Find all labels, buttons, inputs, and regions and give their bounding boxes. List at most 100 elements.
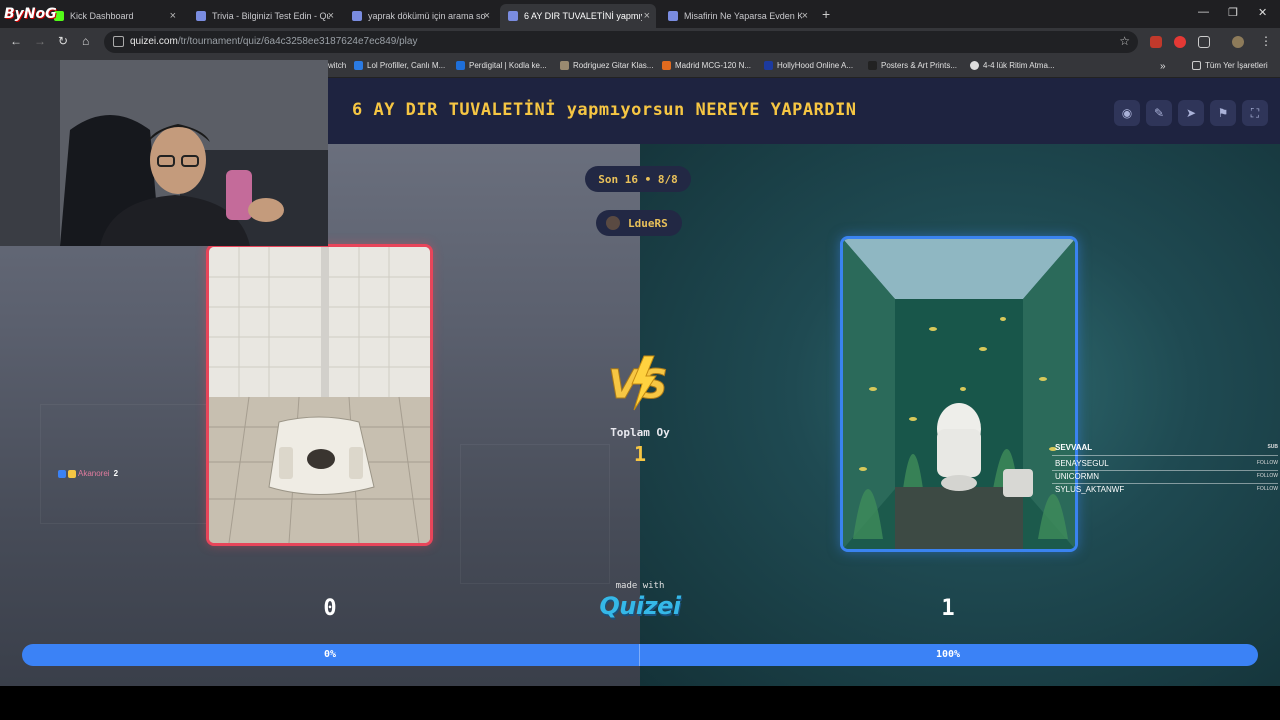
left-percent: 0% [323, 649, 337, 660]
webcam-overlay [0, 60, 328, 246]
bookmark-favicon-icon [970, 61, 979, 70]
reload-icon[interactable]: ↻ [58, 34, 68, 48]
address-bar: ← → ↻ ⌂ quizei.com/tr/tournament/quiz/6a… [0, 28, 1280, 56]
forward-icon[interactable]: → [34, 34, 46, 48]
event-tag: FOLLOW [1256, 460, 1278, 466]
bookmark-label: 4-4 lük Ritim Atma... [983, 61, 1055, 70]
username: LdueRS [628, 216, 668, 230]
url-host: quizei.com [130, 36, 178, 47]
extensions-icon[interactable] [1198, 36, 1210, 48]
back-icon[interactable]: ← [10, 34, 22, 48]
tab-label: Trivia - Bilginizi Test Edin - Quiz [212, 11, 330, 21]
tab-label: yaprak dökümü için arama sonu [368, 11, 486, 21]
send-icon[interactable]: ➤ [1178, 100, 1204, 126]
bookmark-label: Lol Profiller, Canlı M... [367, 61, 446, 70]
close-tab-icon[interactable]: × [484, 10, 490, 22]
tab-kick-dashboard[interactable]: Kick Dashboard × [46, 4, 182, 28]
event-row: SEVVAAL SUB [1048, 442, 1280, 454]
total-votes-value: 1 [633, 442, 647, 466]
user-badge: LdueRS [596, 210, 682, 236]
left-score: 0 [323, 596, 337, 621]
quizei-favicon-icon [196, 11, 206, 21]
event-name: UNICORMN [1055, 472, 1099, 481]
bookmark-item[interactable]: 4-4 lük Ritim Atma... [970, 61, 1055, 70]
more-bookmarks-icon[interactable]: » [1160, 61, 1166, 72]
event-tag: FOLLOW [1256, 486, 1278, 492]
event-name: BENAYSEGUL [1055, 459, 1109, 468]
tab-current-quiz[interactable]: 6 AY DIR TUVALETİNİ yapmıyorsu × [500, 4, 656, 28]
minimize-icon[interactable]: — [1198, 6, 1209, 18]
edit-icon[interactable]: ✎ [1146, 100, 1172, 126]
screen: Kick Dashboard × Trivia - Bilginizi Test… [0, 0, 1280, 720]
profile-avatar[interactable] [1232, 36, 1244, 48]
close-window-icon[interactable]: ✕ [1258, 6, 1267, 19]
quizei-favicon-icon [352, 11, 362, 21]
bookmark-item[interactable]: witch [328, 61, 346, 70]
bg-tile [40, 404, 220, 524]
bookmark-label: witch [328, 61, 347, 70]
aquarium-toilet-image [843, 239, 1075, 549]
new-tab-icon[interactable]: + [822, 6, 830, 22]
home-icon[interactable]: ⌂ [82, 34, 89, 48]
quizei-logo[interactable]: Quizei [590, 592, 690, 620]
quiz-title: 6 AY DIR TUVALETİNİ yapmıyorsun NEREYE Y… [352, 100, 857, 120]
event-row: SYLUS_AKTANWF FOLLOW [1048, 484, 1280, 496]
event-name: SYLUS_AKTANWF [1055, 485, 1125, 494]
choice-card-right[interactable] [840, 236, 1078, 552]
bookmark-favicon-icon [662, 61, 671, 70]
bookmarks-folder-label: Tüm Yer İşaretleri [1205, 61, 1268, 70]
fullscreen-icon[interactable]: ⛶ [1242, 100, 1268, 126]
tab-label: Misafirin Ne Yaparsa Evden Kov [684, 11, 802, 21]
restore-icon[interactable]: ❐ [1228, 6, 1238, 19]
bookmark-favicon-icon [560, 61, 569, 70]
close-tab-icon[interactable]: × [802, 10, 808, 22]
tab-strip: Kick Dashboard × Trivia - Bilginizi Test… [0, 0, 1280, 28]
quizei-favicon-icon [668, 11, 678, 21]
event-tag: SUB [1267, 444, 1278, 450]
vs-icon: VS [608, 355, 668, 411]
divider [1052, 455, 1278, 456]
url-text: quizei.com/tr/tournament/quiz/6a4c3258ee… [130, 36, 417, 47]
tab-trivia[interactable]: Trivia - Bilginizi Test Edin - Quiz × [188, 4, 340, 28]
bookmark-item[interactable]: Madrid MCG-120 N... [662, 61, 751, 70]
progress-divider [639, 644, 640, 666]
bookmark-favicon-icon [764, 61, 773, 70]
bookmark-item[interactable]: Rodriguez Gitar Klas... [560, 61, 653, 70]
record-extension-icon[interactable] [1174, 36, 1186, 48]
url-field[interactable]: quizei.com/tr/tournament/quiz/6a4c3258ee… [104, 31, 1138, 53]
chat-username: Akanorei [78, 469, 110, 478]
quizei-favicon-icon [508, 11, 518, 21]
bookmark-label: Madrid MCG-120 N... [675, 61, 752, 70]
flag-icon[interactable]: ⚑ [1210, 100, 1236, 126]
tab-search[interactable]: yaprak dökümü için arama sonu × [344, 4, 496, 28]
eye-icon[interactable]: ◉ [1114, 100, 1140, 126]
right-percent: 100% [935, 649, 961, 660]
adblock-extension-icon[interactable] [1150, 36, 1162, 48]
choice-card-left[interactable] [206, 244, 433, 546]
bookmark-item[interactable]: Perdigital | Kodla ke... [456, 61, 547, 70]
all-bookmarks-folder[interactable]: Tüm Yer İşaretleri [1192, 61, 1268, 70]
channel-logo: ByNoG [4, 6, 57, 22]
close-tab-icon[interactable]: × [328, 10, 334, 22]
bg-tile [460, 444, 610, 584]
chat-message: Akanorei 2 [58, 469, 118, 478]
made-with-label: made with [615, 581, 665, 591]
bookmark-star-icon[interactable]: ☆ [1119, 34, 1130, 48]
avatar [606, 216, 620, 230]
close-tab-icon[interactable]: × [644, 10, 650, 22]
recent-events-overlay: SEVVAAL SUB BENAYSEGUL FOLLOW UNICORMN F… [1048, 440, 1280, 498]
tab-label: Kick Dashboard [70, 11, 134, 21]
bookmark-label: Rodriguez Gitar Klas... [573, 61, 654, 70]
tab-misafir[interactable]: Misafirin Ne Yaparsa Evden Kov × [660, 4, 814, 28]
bookmark-item[interactable]: Posters & Art Prints... [868, 61, 957, 70]
menu-icon[interactable]: ⋮ [1260, 34, 1272, 48]
close-tab-icon[interactable]: × [170, 10, 176, 22]
bookmark-label: Posters & Art Prints... [881, 61, 958, 70]
bookmark-favicon-icon [354, 61, 363, 70]
squat-toilet-image [209, 247, 430, 543]
tab-label: 6 AY DIR TUVALETİNİ yapmıyorsu [524, 11, 642, 21]
site-info-icon[interactable] [113, 36, 124, 47]
bookmark-item[interactable]: Lol Profiller, Canlı M... [354, 61, 445, 70]
event-tag: FOLLOW [1256, 473, 1278, 479]
bookmark-item[interactable]: HollyHood Online A... [764, 61, 853, 70]
